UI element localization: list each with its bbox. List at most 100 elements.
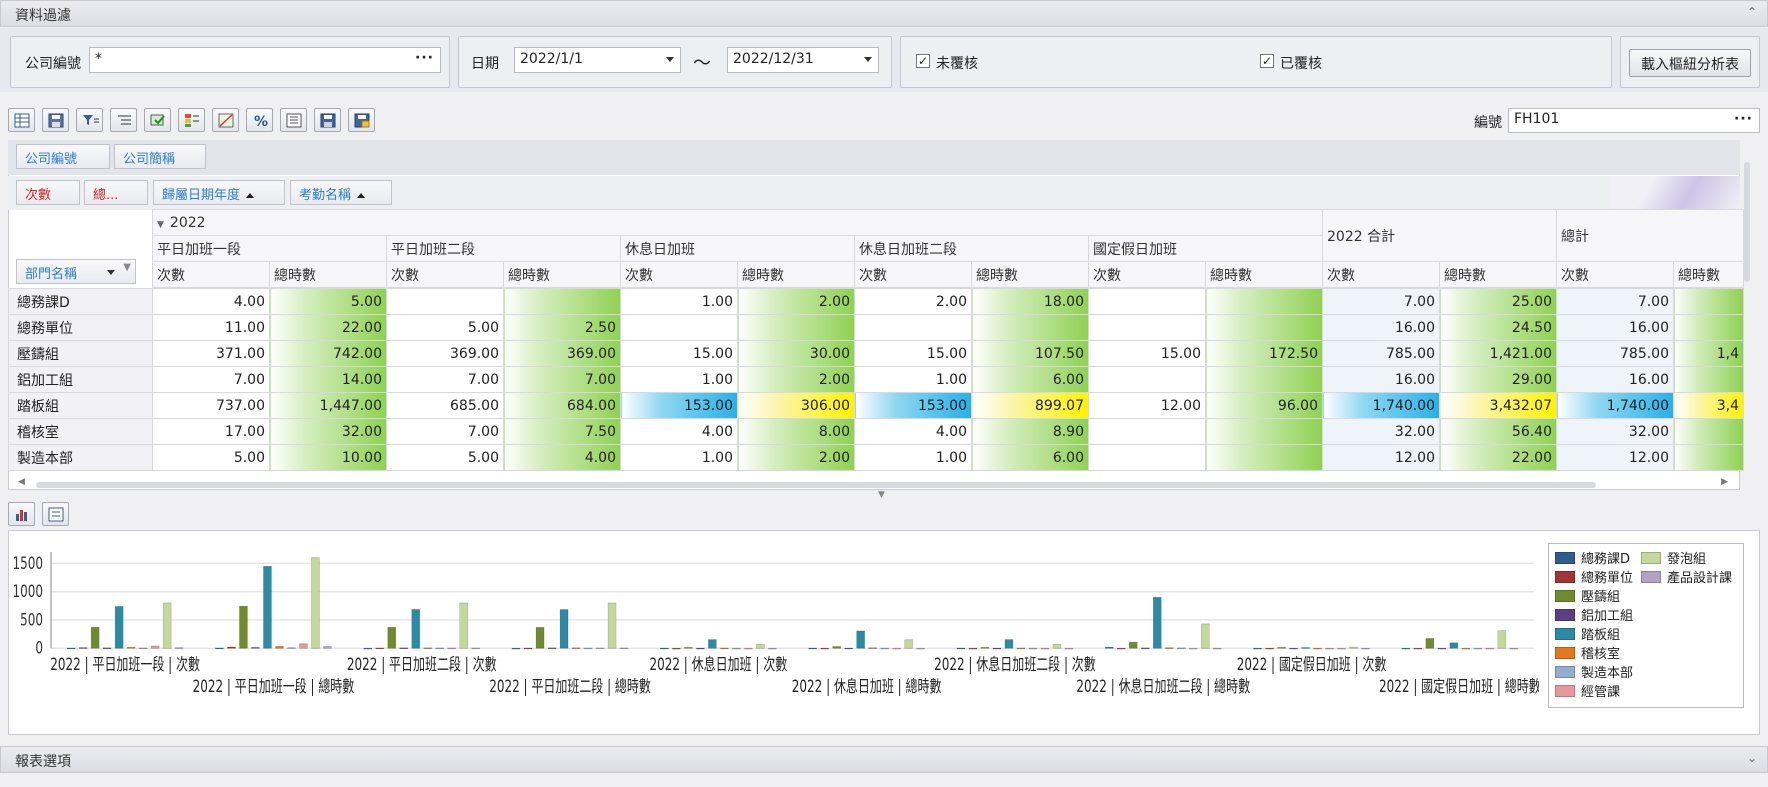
bar[interactable] <box>868 647 877 649</box>
table-cell[interactable]: 172.50 <box>1205 340 1323 367</box>
bar[interactable] <box>174 647 184 649</box>
table-cell[interactable]: 16.00 <box>1322 314 1440 341</box>
expand-icon[interactable]: ▼ <box>157 220 164 230</box>
table-cell[interactable]: 7.00 <box>1322 288 1440 315</box>
table-cell[interactable]: 685.00 <box>386 392 504 419</box>
bar[interactable] <box>275 646 284 649</box>
bar[interactable] <box>1201 623 1210 649</box>
table-cell[interactable]: 1,740.00 <box>1322 392 1440 419</box>
bar[interactable] <box>1052 643 1062 649</box>
bar[interactable] <box>1141 647 1150 650</box>
table-cell[interactable]: 371.00 <box>152 340 270 367</box>
conditional-format-icon[interactable] <box>178 108 205 132</box>
legend-item[interactable]: 鋁加工組 <box>1555 605 1633 624</box>
legend-item[interactable]: 經管課 <box>1555 681 1620 700</box>
bar[interactable] <box>299 643 308 649</box>
bar[interactable] <box>820 647 829 650</box>
bar[interactable] <box>856 630 865 649</box>
table-cell[interactable]: 24.50 <box>1439 314 1557 341</box>
table-cell[interactable] <box>503 288 621 315</box>
legend-item[interactable]: 總務單位 <box>1555 567 1633 586</box>
reviewed-checkbox[interactable]: ✓ <box>1260 54 1274 68</box>
ellipsis-icon[interactable]: ··· <box>415 50 434 66</box>
table-cell[interactable]: 4.00 <box>503 444 621 471</box>
table-cell[interactable]: 899.07 <box>971 392 1089 419</box>
table-cell[interactable]: 1.00 <box>854 366 972 393</box>
bar[interactable] <box>892 647 901 650</box>
bar[interactable] <box>1105 646 1114 649</box>
bar[interactable] <box>708 639 717 649</box>
bar[interactable] <box>138 647 148 650</box>
date-to-select[interactable]: 2022/12/31 <box>727 47 879 73</box>
table-cell[interactable]: 1.00 <box>620 366 738 393</box>
date-from-select[interactable]: 2022/1/1 <box>514 47 681 73</box>
bar[interactable] <box>471 647 480 650</box>
table-cell[interactable]: 32.00 <box>1556 418 1674 445</box>
table-cell[interactable]: 1.00 <box>620 288 738 315</box>
bar[interactable] <box>1401 647 1411 650</box>
bar[interactable] <box>1253 647 1262 650</box>
table-cell[interactable]: 12.00 <box>1088 392 1206 419</box>
export-icon[interactable] <box>144 108 171 132</box>
bar[interactable] <box>583 647 593 650</box>
table-cell[interactable]: 1,740.00 <box>1556 392 1674 419</box>
bar[interactable] <box>571 647 581 649</box>
bar[interactable] <box>90 626 100 649</box>
field-chip-year[interactable]: 歸屬日期年度 <box>153 180 285 205</box>
table-cell[interactable]: 17.00 <box>152 418 270 445</box>
bar[interactable] <box>1177 647 1186 650</box>
bar[interactable] <box>968 647 978 650</box>
legend-item[interactable]: 壓鑄組 <box>1555 586 1620 605</box>
row-header-department[interactable]: 總務單位 <box>8 314 153 341</box>
bar[interactable] <box>523 647 533 650</box>
table-cell[interactable]: 8.90 <box>971 418 1089 445</box>
table-cell[interactable] <box>1088 418 1206 445</box>
bar[interactable] <box>1413 647 1423 650</box>
table-cell[interactable] <box>1673 444 1744 471</box>
table-cell[interactable]: 742.00 <box>269 340 387 367</box>
table-cell[interactable] <box>620 314 738 341</box>
table-cell[interactable] <box>1205 444 1323 471</box>
table-cell[interactable] <box>1088 444 1206 471</box>
bar[interactable] <box>1313 647 1322 650</box>
field-chip-department[interactable]: 部門名稱 ▼ <box>16 259 136 284</box>
table-cell[interactable]: 32.00 <box>269 418 387 445</box>
table-cell[interactable]: 2.00 <box>737 444 855 471</box>
collapse-icon[interactable]: ⌃ <box>1747 5 1757 19</box>
table-cell[interactable] <box>971 314 1089 341</box>
table-cell[interactable]: 107.50 <box>971 340 1089 367</box>
field-chip-count[interactable]: 次數 <box>16 180 80 205</box>
row-header-department[interactable]: 壓鑄組 <box>8 340 153 367</box>
legend-item[interactable]: 踏板組 <box>1555 624 1620 643</box>
table-cell[interactable]: 2.50 <box>503 314 621 341</box>
field-chip-attendance[interactable]: 考勤名稱 <box>290 180 392 205</box>
bar[interactable] <box>684 647 693 649</box>
bar[interactable] <box>956 647 966 650</box>
table-cell[interactable]: 2.00 <box>854 288 972 315</box>
table-cell[interactable]: 11.00 <box>152 314 270 341</box>
bar[interactable] <box>511 647 521 650</box>
bar[interactable] <box>162 602 172 649</box>
vertical-scrollbar[interactable] <box>1742 158 1752 488</box>
table-cell[interactable]: 5.00 <box>269 288 387 315</box>
table-cell[interactable]: 96.00 <box>1205 392 1323 419</box>
bar[interactable] <box>1473 647 1483 650</box>
table-cell[interactable] <box>1673 314 1744 341</box>
scroll-right-icon[interactable]: ▶ <box>1721 477 1728 487</box>
table-cell[interactable]: 12.00 <box>1322 444 1440 471</box>
bar[interactable] <box>150 645 160 649</box>
table-cell[interactable]: 1,447.00 <box>269 392 387 419</box>
table-cell[interactable]: 1,4 <box>1673 340 1744 367</box>
load-pivot-button[interactable]: 載入樞紐分析表 <box>1629 49 1751 77</box>
table-cell[interactable]: 22.00 <box>1439 444 1557 471</box>
bar[interactable] <box>287 647 296 649</box>
bar[interactable] <box>1129 641 1138 649</box>
year-header[interactable]: ▼ 2022 <box>152 209 1323 236</box>
legend-item[interactable]: 產品設計課 <box>1641 567 1732 586</box>
table-cell[interactable] <box>737 314 855 341</box>
table-cell[interactable]: 15.00 <box>620 340 738 367</box>
bar[interactable] <box>1040 647 1050 650</box>
row-header-department[interactable]: 製造本部 <box>8 444 153 471</box>
bar[interactable] <box>1461 647 1471 650</box>
table-cell[interactable]: 5.00 <box>386 444 504 471</box>
